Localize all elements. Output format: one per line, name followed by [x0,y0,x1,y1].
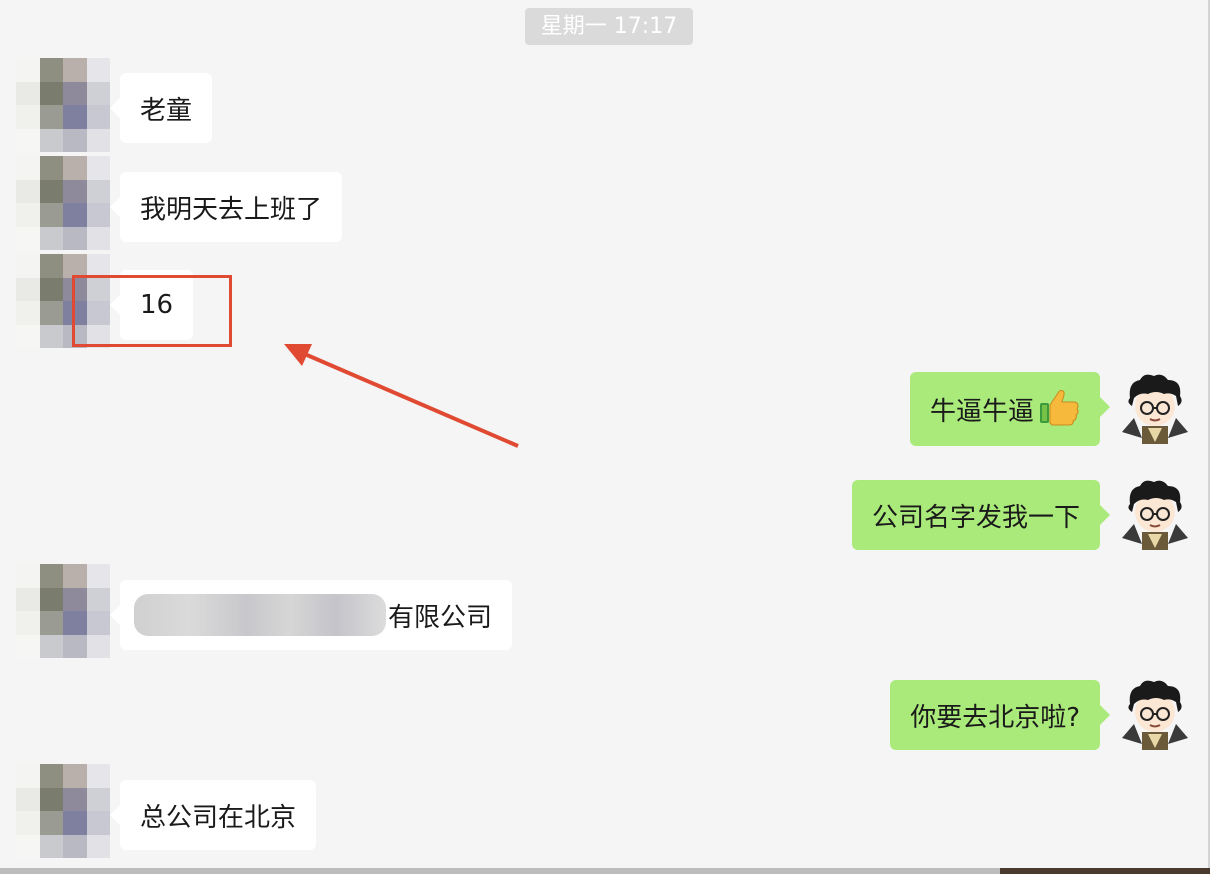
contact-avatar[interactable] [16,764,110,858]
message-text: 牛逼牛逼 [929,396,1034,427]
contact-avatar[interactable] [16,156,110,250]
my-avatar[interactable] [1120,478,1190,550]
message-text: 公司名字发我一下 [871,502,1080,533]
incoming-message-bubble[interactable]: 我明天去上班了 [109,172,343,242]
outgoing-message-bubble[interactable]: 你要去北京啦? [890,680,1110,750]
chat-window: 星期一 17:17 老童 我明天去上班了 16 牛逼牛逼 公司名字发我一下 有限… [0,0,1210,868]
message-text: 老童 [140,95,193,126]
thumbs-up-icon [1038,385,1080,434]
contact-avatar[interactable] [16,564,110,658]
message-text: 总公司在北京 [140,802,297,833]
incoming-message-bubble[interactable]: 老童 [109,73,213,143]
message-text: 我明天去上班了 [140,194,323,225]
message-text: 你要去北京啦? [910,702,1080,733]
message-timestamp: 星期一 17:17 [525,8,693,45]
incoming-message-bubble[interactable]: 有限公司 [109,580,513,650]
incoming-message-bubble[interactable]: 总公司在北京 [109,780,317,850]
outgoing-message-bubble[interactable]: 公司名字发我一下 [851,480,1111,550]
window-bottom-edge [0,868,1210,874]
outgoing-message-bubble[interactable]: 牛逼牛逼 [909,372,1111,446]
highlight-box [72,275,232,347]
redacted-text-blur [134,594,386,636]
contact-avatar[interactable] [16,58,110,152]
message-text: 有限公司 [388,602,493,633]
my-avatar[interactable] [1120,372,1190,444]
annotation-arrow [284,344,519,448]
my-avatar[interactable] [1120,678,1190,750]
